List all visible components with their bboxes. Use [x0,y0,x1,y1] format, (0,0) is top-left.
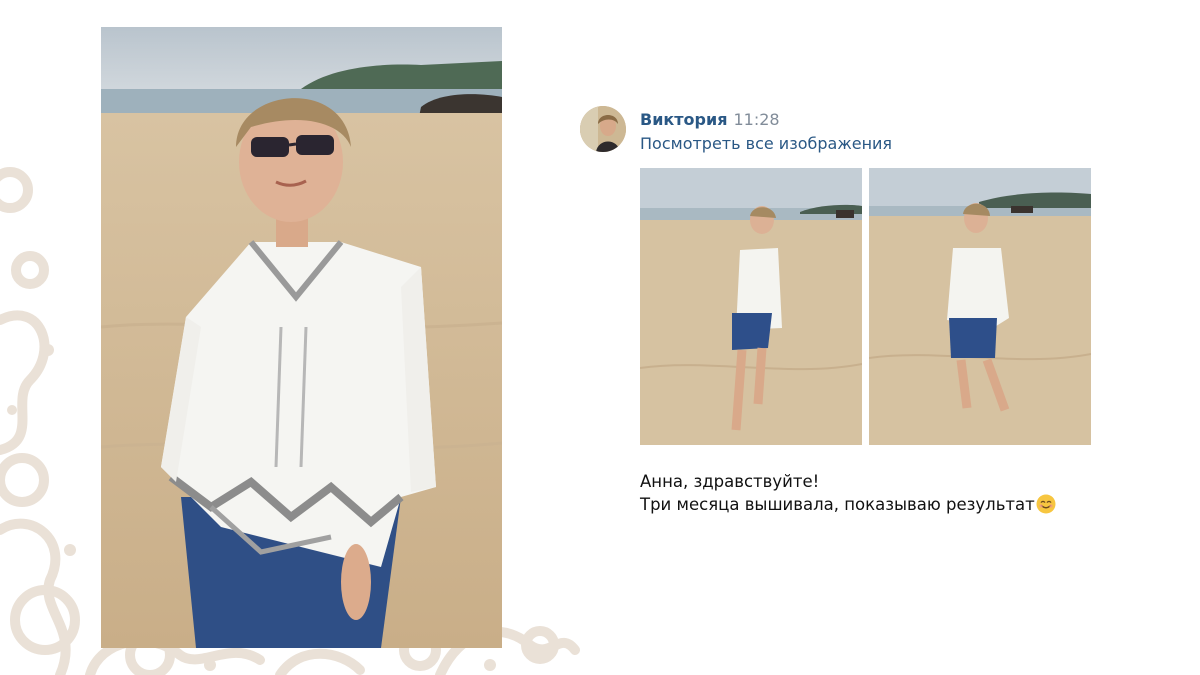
post-time[interactable]: 11:28 [733,110,779,129]
smiling-face-emoji-icon [1036,494,1056,514]
woman-beach-front-photo-icon [869,168,1091,445]
post-header: Виктория 11:28 [640,110,780,130]
woman-beach-photo-icon [101,27,502,648]
avatar-photo-icon [580,106,626,152]
woman-beach-side-photo-icon [640,168,862,445]
main-photo[interactable] [101,27,502,648]
attachment-photo-1[interactable] [640,168,862,445]
message-line-1: Анна, здравствуйте! [640,472,820,491]
view-all-images-link[interactable]: Посмотреть все изображения [640,134,892,154]
message-text: Анна, здравствуйте! Три месяца вышивала,… [640,470,1056,516]
slide: Виктория 11:28 Посмотреть все изображения [0,0,1200,675]
attachment-photo-2[interactable] [869,168,1091,445]
message-line-2-text: Три месяца вышивала, показываю результат [640,495,1035,514]
author-name[interactable]: Виктория [640,110,727,129]
author-avatar[interactable] [580,106,626,152]
message-line-2: Три месяца вышивала, показываю результат [640,493,1056,516]
